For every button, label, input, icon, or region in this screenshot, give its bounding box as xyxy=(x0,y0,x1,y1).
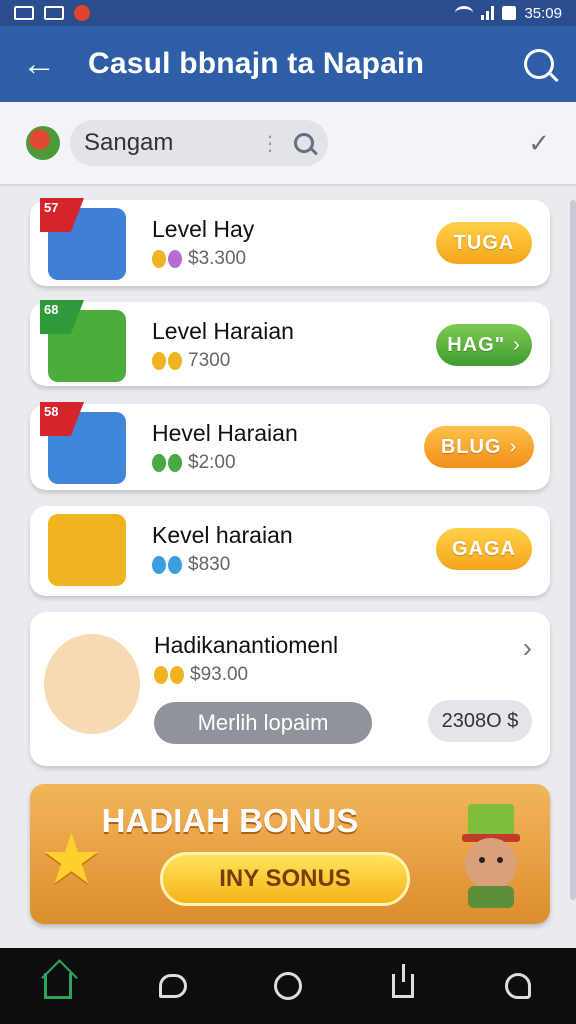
item-price: 7300 xyxy=(152,350,230,372)
scrollbar[interactable] xyxy=(570,200,576,900)
status-bar: 35:09 xyxy=(0,0,576,26)
mascot-icon xyxy=(462,804,520,908)
featured-item[interactable]: Hadikanantiomenl › $93.00 Merlih lopaim … xyxy=(30,612,550,766)
buy-button-label: HAG" xyxy=(447,333,506,356)
search-input-value: Sangam xyxy=(84,129,174,156)
coin-icon xyxy=(152,454,166,472)
bottom-nav xyxy=(0,948,576,1024)
share-icon xyxy=(392,964,415,998)
chevron-right-icon[interactable]: › xyxy=(523,632,532,664)
featured-title: Hadikanantiomenl xyxy=(154,632,339,658)
mail-notification-icon xyxy=(44,6,64,20)
coin-icon xyxy=(152,352,166,370)
circle-icon xyxy=(273,972,302,1000)
coin-icon xyxy=(168,556,182,574)
nav-home[interactable] xyxy=(34,962,82,1010)
wifi-icon xyxy=(455,6,474,20)
mascot-thumbnail xyxy=(44,634,140,734)
item-title: Level Hay xyxy=(152,216,255,242)
search-icon[interactable] xyxy=(524,49,554,79)
status-time: 35:09 xyxy=(524,4,562,22)
featured-action-button[interactable]: Merlih lopaim xyxy=(154,702,372,744)
back-arrow-icon[interactable]: ← xyxy=(22,47,62,81)
profile-icon xyxy=(505,973,532,999)
item-price: $830 xyxy=(152,554,230,576)
item-title: Level Haraian xyxy=(152,318,294,344)
list-item[interactable]: 68 Level Haraian 7300 HAG" › xyxy=(30,300,550,386)
chevron-right-icon: › xyxy=(513,333,521,356)
bonus-title: HADIAH BONUS xyxy=(101,802,359,839)
item-price: $3.300 xyxy=(152,248,246,270)
home-icon xyxy=(43,973,72,999)
nav-share[interactable] xyxy=(379,962,427,1010)
coin-icon xyxy=(154,666,168,684)
chevron-right-icon: › xyxy=(509,435,518,458)
buy-button-label: GAGA xyxy=(452,537,516,560)
list-item[interactable]: Kevel haraian $830 GAGA xyxy=(30,506,550,596)
bonus-button[interactable]: INY SONUS xyxy=(160,852,410,906)
bonus-banner[interactable]: ★ HADIAH BONUS INY SONUS xyxy=(30,784,550,924)
item-price: $2:00 xyxy=(152,452,236,474)
nav-chat[interactable] xyxy=(149,962,197,1010)
page-title: Casul bbnajn ta Napain xyxy=(88,47,425,80)
battery-icon xyxy=(502,6,517,20)
item-title: Kevel haraian xyxy=(152,522,293,548)
price-value: $93.00 xyxy=(190,664,249,685)
buy-button[interactable]: GAGA xyxy=(436,528,532,570)
item-title: Hevel Haraian xyxy=(152,420,298,446)
list-item[interactable]: 57 Level Hay $3.300 TUGA xyxy=(30,198,550,286)
character-thumbnail xyxy=(48,514,126,586)
search-input[interactable]: Sangam ⋮ xyxy=(70,120,328,166)
price-value: $830 xyxy=(188,554,231,575)
nav-profile[interactable] xyxy=(494,962,542,1010)
buy-button-label: TUGA xyxy=(453,231,515,254)
featured-price: $93.00 xyxy=(154,664,248,686)
featured-amount[interactable]: 2308O $ xyxy=(428,700,532,742)
coin-icon xyxy=(152,250,166,268)
buy-button-label: BLUG xyxy=(440,435,502,458)
search-magnifier-icon[interactable] xyxy=(294,133,314,153)
chat-icon xyxy=(158,974,187,998)
image-notification-icon xyxy=(14,6,34,20)
coin-icon xyxy=(168,454,182,472)
nav-circle[interactable] xyxy=(264,962,312,1010)
price-value: $3.300 xyxy=(188,248,247,269)
coin-icon xyxy=(152,556,166,574)
coin-icon xyxy=(170,666,184,684)
game-logo-icon xyxy=(26,126,60,160)
app-bar: ← Casul bbnajn ta Napain xyxy=(0,26,576,102)
checkmark-icon[interactable]: ✓ xyxy=(528,128,550,159)
app-notification-icon xyxy=(74,5,90,21)
more-options-icon[interactable]: ⋮ xyxy=(260,131,280,156)
buy-button[interactable]: TUGA xyxy=(436,222,532,264)
coin-icon xyxy=(168,352,182,370)
buy-button[interactable]: HAG" › xyxy=(436,324,532,366)
coin-icon xyxy=(168,250,182,268)
list-item[interactable]: 58 Hevel Haraian $2:00 BLUG › xyxy=(30,402,550,490)
price-value: $2:00 xyxy=(188,452,236,473)
price-value: 7300 xyxy=(188,350,231,371)
buy-button[interactable]: BLUG › xyxy=(424,426,534,468)
search-bar: Sangam ⋮ ✓ xyxy=(0,102,576,186)
signal-icon xyxy=(481,6,495,20)
